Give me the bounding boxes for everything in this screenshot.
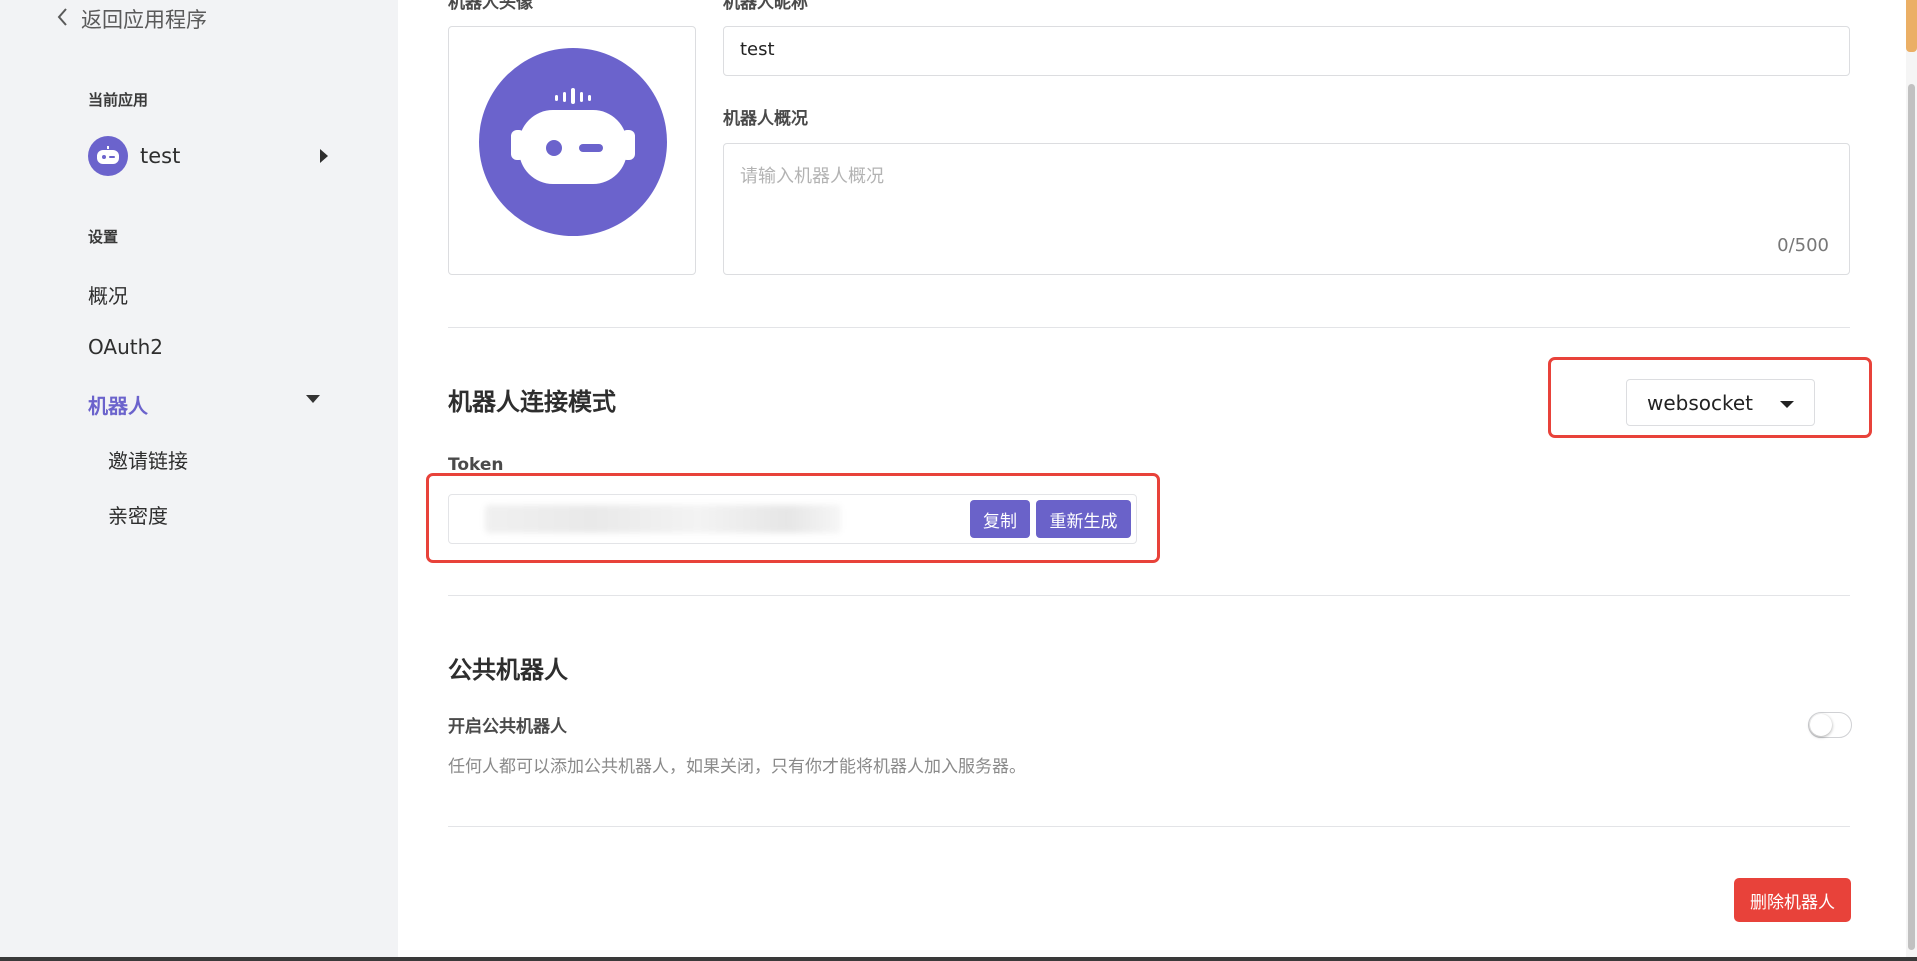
token-redacted xyxy=(485,505,841,533)
caret-right-icon xyxy=(320,149,328,163)
sidebar-item-intimacy[interactable]: 亲密度 xyxy=(108,500,168,529)
connection-mode-value: websocket xyxy=(1647,391,1754,415)
bot-avatar-uploader[interactable] xyxy=(448,26,696,275)
back-label: 返回应用程序 xyxy=(81,8,207,32)
summary-counter: 0/500 xyxy=(1777,235,1829,256)
avatar-label: 机器人头像 xyxy=(448,0,533,13)
summary-placeholder: 请输入机器人概况 xyxy=(740,166,884,187)
toggle-knob xyxy=(1810,714,1832,736)
app-name: test xyxy=(140,144,181,168)
divider xyxy=(448,826,1850,827)
connection-mode-select[interactable]: websocket xyxy=(1626,379,1815,426)
sidebar-item-overview[interactable]: 概况 xyxy=(88,280,128,309)
current-app-selector[interactable]: test xyxy=(88,136,328,176)
public-bot-toggle-label: 开启公共机器人 xyxy=(448,717,567,737)
chevron-left-icon xyxy=(55,6,71,33)
sidebar-item-invite-link[interactable]: 邀请链接 xyxy=(108,445,188,474)
public-bot-description: 任何人都可以添加公共机器人，如果关闭，只有你才能将机器人加入服务器。 xyxy=(448,757,1026,777)
divider xyxy=(448,595,1850,596)
bot-name-input[interactable]: test xyxy=(723,26,1850,76)
scrollbar-top-marker xyxy=(1906,0,1917,52)
bot-summary-textarea[interactable]: 请输入机器人概况 0/500 xyxy=(723,143,1850,275)
name-label: 机器人昵称 xyxy=(723,0,808,13)
robot-icon xyxy=(511,88,635,184)
sidebar: 返回应用程序 当前应用 test 设置 概况 OAuth2 机器人 邀请链接 亲… xyxy=(0,0,398,961)
app-avatar xyxy=(88,136,128,176)
connection-mode-title: 机器人连接模式 xyxy=(448,388,616,416)
public-bot-toggle[interactable] xyxy=(1808,712,1852,738)
sidebar-item-bot[interactable]: 机器人 xyxy=(88,390,148,419)
summary-label: 机器人概况 xyxy=(723,109,808,129)
bot-avatar xyxy=(479,48,667,236)
copy-token-button[interactable]: 复制 xyxy=(970,500,1030,538)
regenerate-token-button[interactable]: 重新生成 xyxy=(1036,500,1131,538)
scrollbar-thumb[interactable] xyxy=(1908,84,1915,950)
back-to-apps-link[interactable]: 返回应用程序 xyxy=(55,4,207,34)
delete-bot-button[interactable]: 删除机器人 xyxy=(1734,878,1851,922)
window-bottom-edge xyxy=(0,957,1917,961)
sidebar-item-oauth2[interactable]: OAuth2 xyxy=(88,335,163,359)
settings-label: 设置 xyxy=(88,228,119,246)
caret-down-icon xyxy=(1780,401,1794,408)
current-app-label: 当前应用 xyxy=(88,91,149,109)
robot-icon xyxy=(97,146,119,164)
token-field xyxy=(448,494,1137,544)
public-bot-title: 公共机器人 xyxy=(448,656,568,684)
caret-down-icon xyxy=(306,395,320,403)
token-label: Token xyxy=(448,455,504,475)
divider xyxy=(448,327,1850,328)
bot-name-value: test xyxy=(740,39,775,60)
